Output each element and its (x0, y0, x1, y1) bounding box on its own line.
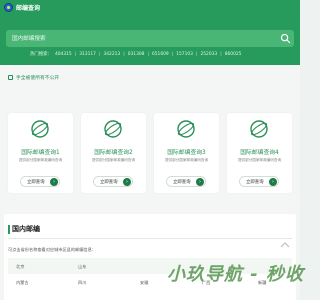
button-label: 立即查询 (100, 179, 118, 185)
province-link[interactable]: 四川 (78, 280, 86, 286)
card-title: 国际邮编查询3 (167, 150, 206, 156)
search-icon (280, 33, 291, 44)
card-description: 提供部分国家邮政编码查询 (91, 158, 136, 162)
section-description: 可点击省份名称查看对应城市区县的邮编信息： (8, 247, 96, 252)
query-card-1[interactable]: 国际邮编查询1 提供部分国家邮政编码查询 立即查询 › (8, 113, 73, 193)
hot-searches: 热门搜索： 404315 | 313117 | 342213 | 031308 | 65… (30, 51, 242, 58)
globe-icon (103, 119, 123, 139)
globe-logo-icon (4, 3, 13, 12)
card-title: 国际邮编查询1 (21, 150, 60, 156)
divider: | (98, 51, 101, 57)
divider: | (195, 51, 198, 57)
query-cards: 国际邮编查询1 提供部分国家邮政编码查询 立即查询 › 国际邮编查询2 提供部分… (8, 113, 292, 193)
button-label: 立即查询 (27, 179, 45, 185)
hot-searches-label: 热门搜索： (30, 52, 52, 57)
query-now-button[interactable]: 立即查询 › (166, 176, 206, 187)
hot-search-link[interactable]: 342213 (103, 52, 120, 57)
chevron-up-icon (280, 242, 290, 248)
site-header: 邮编查询 国内邮编搜索 热门搜索： 404315 | 313117 | 342213… (0, 0, 300, 65)
watermark: 小玖导航 - 秒收 (167, 264, 305, 285)
query-now-button[interactable]: 立即查询 › (93, 176, 133, 187)
chevron-right-icon: › (123, 178, 131, 186)
divider (8, 238, 292, 239)
chevron-right-icon: › (196, 178, 204, 186)
card-title: 国际邮编查询2 (94, 150, 133, 156)
province-link[interactable]: 山东 (78, 264, 86, 270)
query-card-4[interactable]: 国际邮编查询4 提供部分国家邮政编码查询 立即查询 › (227, 113, 292, 193)
button-label: 立即查询 (246, 179, 264, 185)
card-title: 国际邮编查询4 (240, 150, 279, 156)
notice-bar: 手全被使所有不公开 (8, 74, 59, 81)
query-card-3[interactable]: 国际邮编查询3 提供部分国家邮政编码查询 立即查询 › (154, 113, 219, 193)
chevron-right-icon: › (50, 178, 58, 186)
divider: | (123, 51, 125, 57)
query-now-button[interactable]: 立即查询 › (20, 176, 60, 187)
notice-icon (8, 75, 13, 80)
divider: | (220, 51, 222, 57)
section-title: 国内邮编 (12, 225, 40, 233)
site-title: 邮编查询 (16, 5, 41, 12)
hot-search-link[interactable]: 157103 (176, 52, 193, 57)
hot-search-link[interactable]: 252033 (200, 52, 217, 57)
province-link[interactable]: 北京 (16, 264, 24, 270)
search-button[interactable] (280, 33, 291, 44)
query-now-button[interactable]: 立即查询 › (239, 176, 279, 187)
hot-search-link[interactable]: 860025 (225, 52, 242, 57)
site-brand[interactable]: 邮编查询 (4, 3, 40, 12)
card-description: 提供部分国家邮政编码查询 (237, 158, 282, 162)
section-accent-bar (8, 224, 10, 234)
hot-search-link[interactable]: 031308 (128, 52, 145, 57)
globe-icon (249, 119, 269, 139)
hot-search-link[interactable]: 651609 (152, 52, 169, 57)
globe-icon (30, 119, 50, 139)
query-card-2[interactable]: 国际邮编查询2 提供部分国家邮政编码查询 立即查询 › (81, 113, 146, 193)
province-link[interactable]: 安徽 (140, 280, 148, 286)
search-input[interactable]: 国内邮编搜索 (12, 34, 46, 42)
notice-text: 手全被使所有不公开 (16, 76, 60, 81)
domestic-postcode-section: 国内邮编 可点击省份名称查看对应城市区县的邮编信息： 北京 山东 内蒙古 四川 … (4, 214, 296, 300)
search-bar[interactable]: 国内邮编搜索 (6, 30, 294, 47)
hot-search-link[interactable]: 404315 (55, 52, 72, 57)
hot-search-link[interactable]: 313117 (79, 52, 96, 57)
divider: | (171, 51, 174, 57)
card-description: 提供部分国家邮政编码查询 (18, 158, 63, 162)
divider: | (147, 51, 149, 57)
globe-icon (176, 119, 196, 139)
divider: | (74, 51, 77, 57)
back-to-top-button[interactable] (280, 240, 290, 250)
card-description: 提供部分国家邮政编码查询 (164, 158, 209, 162)
chevron-right-icon: › (269, 178, 277, 186)
province-link[interactable]: 内蒙古 (16, 280, 29, 286)
section-header: 国内邮编 (8, 224, 40, 234)
button-label: 立即查询 (173, 179, 191, 185)
